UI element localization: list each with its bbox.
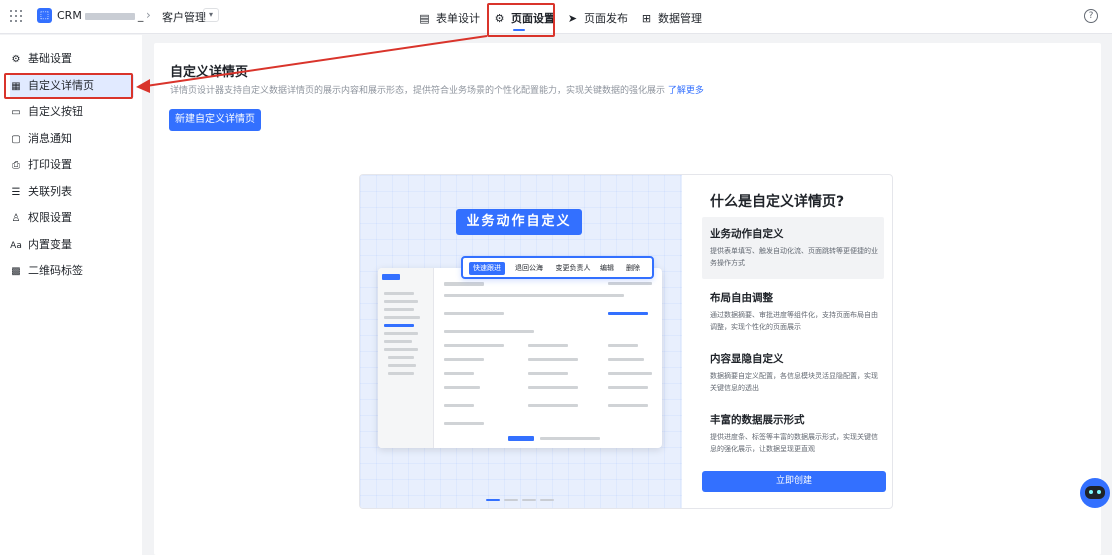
- feature-banner: 业务动作自定义: [456, 209, 582, 235]
- new-detail-page-button[interactable]: 新建自定义详情页: [169, 109, 261, 131]
- sidebar-item-related-list[interactable]: ☰ 关联列表: [10, 181, 134, 203]
- sidebar-item-permission-settings[interactable]: ♙ 权限设置: [10, 207, 134, 229]
- quick-follow-button: 快速跟进: [469, 262, 505, 275]
- feature-title: 丰富的数据展示形式: [710, 414, 805, 426]
- learn-more-link[interactable]: 了解更多: [668, 86, 704, 96]
- return-pool-button: 退回公海: [515, 264, 543, 272]
- feature-item[interactable]: 内容显隐自定义 数据摘要自定义配置，各信息模块灵活显隐配置，实现关键信息的透出: [702, 342, 884, 404]
- tab-label: 页面发布: [584, 12, 628, 25]
- sidebar-item-label: 打印设置: [28, 158, 72, 171]
- printer-icon: ⎙: [12, 160, 20, 171]
- app-grid-icon[interactable]: [10, 10, 22, 22]
- app-name-suffix: _: [137, 9, 144, 22]
- help-icon[interactable]: ?: [1084, 9, 1098, 23]
- qrcode-icon: ▩: [11, 266, 21, 277]
- main-panel: 自定义详情页 详情页设计器支持自定义数据详情页的展示内容和展示形态，提供符合业务…: [154, 43, 1101, 555]
- sidebar-item-label: 自定义按钮: [28, 105, 83, 118]
- app-logo-icon: ⬚: [37, 8, 52, 23]
- tab-label: 表单设计: [436, 12, 480, 25]
- feature-title: 内容显隐自定义: [710, 353, 784, 365]
- delete-button: 删除: [626, 264, 640, 272]
- document-icon: ▤: [419, 12, 430, 25]
- page-title: 自定义详情页: [170, 65, 249, 80]
- app-name[interactable]: CRM _: [57, 9, 143, 22]
- message-icon: ▢: [11, 134, 21, 145]
- list-icon: ☰: [11, 187, 21, 198]
- sidebar-item-custom-button[interactable]: ▭ 自定义按钮: [10, 101, 134, 123]
- chevron-right-icon: ›: [146, 8, 151, 22]
- redacted-name: [84, 12, 135, 20]
- feature-item[interactable]: 丰富的数据展示形式 提供进度条、标签等丰富的数据展示形式，实现关键信息的强化展示…: [702, 403, 884, 465]
- create-now-button[interactable]: 立即创建: [702, 471, 886, 492]
- feature-desc: 提供进度条、标签等丰富的数据展示形式，实现关键信息的强化展示，让数据呈现更直观: [710, 433, 878, 453]
- feature-title: 布局自由调整: [710, 292, 773, 304]
- breadcrumb-item[interactable]: 客户管理: [162, 9, 206, 25]
- sidebar-item-label: 基础设置: [28, 52, 72, 65]
- annotation-box-sidebar: [4, 73, 133, 99]
- sidebar-item-message-notice[interactable]: ▢ 消息通知: [10, 128, 134, 150]
- description-text: 详情页设计器支持自定义数据详情页的展示内容和展示形态，提供符合业务场景的个性化配…: [170, 86, 666, 96]
- tab-form-design[interactable]: ▤ 表单设计: [419, 10, 480, 26]
- gear-icon: ⚙: [11, 54, 21, 65]
- user-icon: ♙: [11, 213, 21, 224]
- intro-question: 什么是自定义详情页?: [710, 194, 845, 210]
- sidebar-item-label: 关联列表: [28, 185, 72, 198]
- top-bar: ⬚ CRM _ › 客户管理 ▾ ▤ 表单设计 ⚙ 页面设置 ➤ 页面发布 ⊞ 数据管理 …: [0, 0, 1112, 34]
- table-icon: ⊞: [641, 12, 652, 25]
- assistant-bot-icon[interactable]: [1080, 478, 1110, 508]
- sidebar-item-basic-settings[interactable]: ⚙ 基础设置: [10, 48, 134, 70]
- variable-icon: Aa: [10, 241, 22, 251]
- sidebar-item-print-settings[interactable]: ⎙ 打印设置: [10, 154, 134, 176]
- mockup-sidebar: [378, 268, 434, 448]
- page-description: 详情页设计器支持自定义数据详情页的展示内容和展示形态，提供符合业务场景的个性化配…: [170, 83, 704, 96]
- carousel-dot[interactable]: [504, 499, 518, 501]
- feature-title: 业务动作自定义: [710, 228, 784, 240]
- sidebar-item-label: 内置变量: [28, 238, 72, 251]
- feature-item[interactable]: 业务动作自定义 提供表单填写、触发自动化流、页面跳转等更便捷的业务操作方式: [702, 217, 884, 279]
- edit-button: 编辑: [600, 264, 614, 272]
- sidebar-item-label: 二维码标签: [28, 264, 83, 277]
- action-button-bar: 快速跟进 退回公海 变更负责人 编辑 删除: [461, 256, 654, 279]
- feature-desc: 提供表单填写、触发自动化流、页面跳转等更便捷的业务操作方式: [710, 247, 878, 267]
- button-icon: ▭: [11, 107, 21, 118]
- feature-desc: 数据摘要自定义配置，各信息模块灵活显隐配置，实现关键信息的透出: [710, 372, 878, 392]
- app-name-prefix: CRM: [57, 9, 82, 22]
- chevron-down-icon[interactable]: ▾: [203, 8, 219, 22]
- intro-carousel: 业务动作自定义 快速跟进 退回公海 变更负责人 编辑 删除: [360, 175, 682, 508]
- carousel-dot[interactable]: [522, 499, 536, 501]
- annotation-box-tab: [487, 3, 555, 37]
- tab-data-management[interactable]: ⊞ 数据管理: [641, 10, 702, 26]
- send-icon: ➤: [567, 12, 578, 25]
- sidebar-item-builtin-variables[interactable]: Aa 内置变量: [10, 234, 134, 256]
- sidebar-item-qrcode-label[interactable]: ▩ 二维码标签: [10, 260, 134, 282]
- feature-desc: 通过数据摘要、审批进度等组件化，支持页面布局自由调整，实现个性化的页面展示: [710, 311, 878, 331]
- carousel-dot[interactable]: [486, 499, 500, 501]
- tab-page-publish[interactable]: ➤ 页面发布: [567, 10, 628, 26]
- change-owner-button: 变更负责人: [555, 264, 591, 272]
- carousel-dot[interactable]: [540, 499, 554, 501]
- intro-card: 业务动作自定义 快速跟进 退回公海 变更负责人 编辑 删除 什么是自定义详情页?…: [359, 174, 893, 509]
- preview-mockup: [378, 268, 662, 448]
- sidebar-item-label: 消息通知: [28, 132, 72, 145]
- tab-label: 数据管理: [658, 12, 702, 25]
- intro-features: 什么是自定义详情页? 业务动作自定义 提供表单填写、触发自动化流、页面跳转等更便…: [682, 175, 892, 508]
- sidebar-item-label: 权限设置: [28, 211, 72, 224]
- sidebar: ⚙ 基础设置 ▦ 自定义详情页 ▭ 自定义按钮 ▢ 消息通知 ⎙ 打印设置 ☰ 关联列表 ♙…: [0, 35, 142, 555]
- feature-item[interactable]: 布局自由调整 通过数据摘要、审批进度等组件化，支持页面布局自由调整，实现个性化的…: [702, 281, 884, 343]
